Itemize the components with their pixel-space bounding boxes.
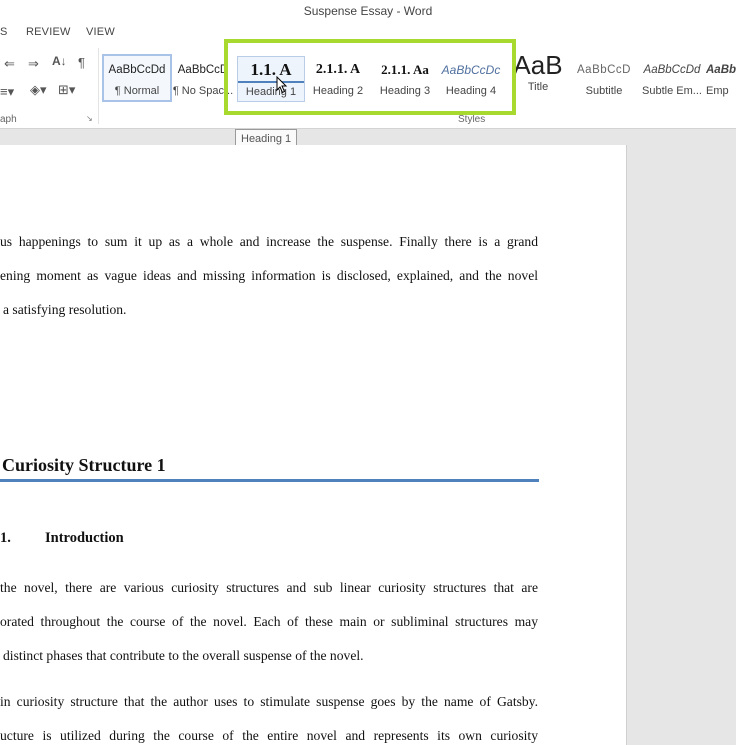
text-line: orated throughout the course of the nove… xyxy=(0,614,538,629)
shading-icon[interactable]: ◈▾ xyxy=(30,82,47,98)
style-label: ¶ Normal xyxy=(114,85,160,97)
window-title: Suspense Essay - Word xyxy=(0,0,736,24)
group-divider xyxy=(98,48,99,124)
highlight-box xyxy=(224,39,516,115)
heading-2: Introduction xyxy=(45,530,124,546)
style-sample: AaBb xyxy=(706,64,736,76)
heading-1: Curiosity Structure 1 xyxy=(2,455,166,475)
style-emphasis[interactable]: AaBb Emp xyxy=(706,56,736,100)
text-line: the novel, there are various curiosity s… xyxy=(0,580,538,595)
decrease-indent-icon[interactable]: ⇐ xyxy=(4,56,15,72)
style-subtitle[interactable]: AaBbCcD Subtitle xyxy=(571,56,637,100)
style-label: Title xyxy=(527,81,549,93)
heading-2-number: 1. xyxy=(0,530,11,546)
tab-view[interactable]: VIEW xyxy=(86,26,115,38)
style-sample: AaBbCcD xyxy=(577,64,631,76)
line-spacing-icon[interactable]: ≡▾ xyxy=(0,84,14,100)
sort-icon[interactable]: A↓ xyxy=(52,54,67,68)
borders-icon[interactable]: ⊞▾ xyxy=(58,82,75,98)
style-sample: AaBbCcDd xyxy=(108,64,166,76)
style-sample: AaBbCcDd xyxy=(643,64,701,76)
paragraph-dialog-launcher-icon[interactable]: ↘ xyxy=(86,114,93,123)
style-title[interactable]: AaB Title xyxy=(508,52,568,100)
style-normal[interactable]: AaBbCcDd ¶ Normal xyxy=(102,54,172,102)
text-line: a satisfying resolution. xyxy=(3,302,127,317)
text-line: us happenings to sum it up as a whole an… xyxy=(0,234,538,249)
tab-review[interactable]: REVIEW xyxy=(26,26,71,38)
paragraph-group-label: aph xyxy=(0,114,17,125)
show-formatting-icon[interactable]: ¶ xyxy=(78,55,85,70)
mouse-pointer-icon xyxy=(276,76,288,94)
text-line: in curiosity structure that the author u… xyxy=(0,694,538,709)
style-sample: AaB xyxy=(513,52,563,80)
increase-indent-icon[interactable]: ⇒ xyxy=(28,56,39,72)
text-line: ucture is utilized during the course of … xyxy=(0,728,538,743)
style-subtle-emphasis[interactable]: AaBbCcDd Subtle Em... xyxy=(639,56,705,100)
heading-1-rule xyxy=(0,479,539,482)
styles-group-label: Styles xyxy=(458,114,486,125)
tab-design[interactable]: S xyxy=(0,26,8,38)
text-line: ening moment as vague ideas and missing … xyxy=(0,268,538,283)
style-label: Subtitle xyxy=(585,85,623,97)
style-label: Subtle Em... xyxy=(642,85,702,97)
text-line: distinct phases that contribute to the o… xyxy=(3,648,364,663)
document-page[interactable]: us happenings to sum it up as a whole an… xyxy=(0,145,627,745)
style-label: Emp xyxy=(706,85,729,97)
